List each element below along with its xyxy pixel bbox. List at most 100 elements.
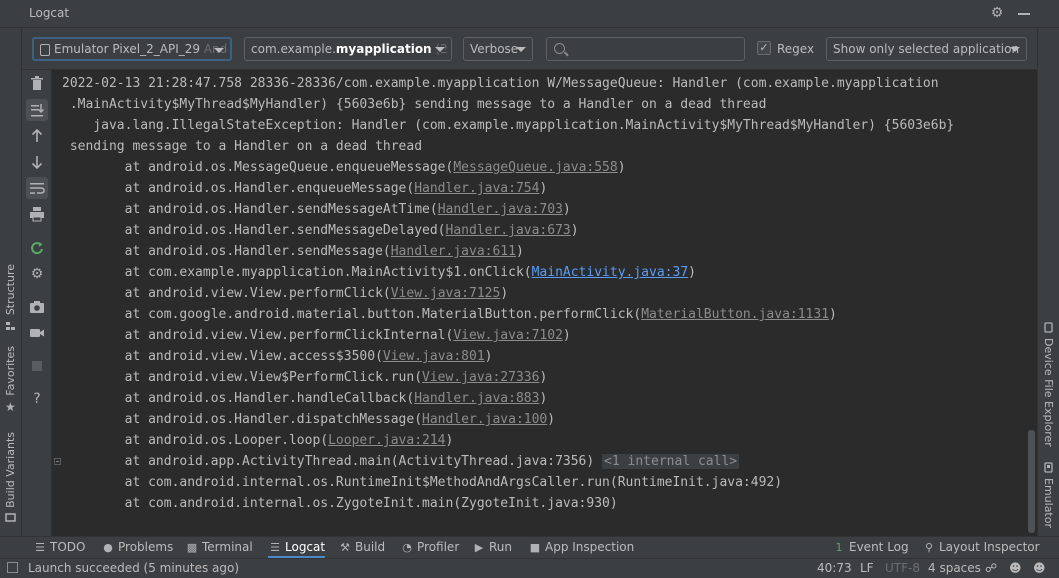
log-text: at android.view.View.performClick( — [62, 286, 391, 301]
chevron-down-icon — [435, 47, 445, 52]
source-link[interactable]: MaterialButton.java:1131 — [641, 307, 829, 322]
line-separator[interactable]: LF — [860, 561, 874, 575]
tab-layout-inspector[interactable]: ⚲ Layout Inspector — [922, 537, 1040, 558]
source-link[interactable]: Handler.java:883 — [414, 391, 539, 406]
event-log-icon: 1 — [835, 541, 843, 554]
play-icon: ▶ — [474, 541, 484, 554]
source-link[interactable]: View.java:801 — [383, 349, 485, 364]
log-text: ) — [500, 286, 509, 301]
layout-inspector-icon: ⚲ — [924, 541, 934, 554]
log-text: at com.android.internal.os.RuntimeInit$M… — [62, 475, 783, 490]
log-text: ) — [547, 412, 556, 427]
screenshot-icon[interactable] — [26, 296, 48, 318]
tab-terminal[interactable]: ▩ Terminal — [185, 537, 253, 558]
log-text: ) — [688, 265, 696, 280]
tab-run[interactable]: ▶ Run — [472, 537, 512, 558]
source-link[interactable]: View.java:7125 — [391, 286, 501, 301]
log-text: at com.google.android.material.button.Ma… — [62, 307, 642, 322]
log-text: ) — [539, 181, 548, 196]
source-link[interactable]: MainActivity.java:37 — [532, 265, 689, 280]
log-text: .MainActivity$MyThread$MyHandler) {5603e… — [62, 97, 767, 112]
tab-app-inspection[interactable]: ■ App Inspection — [528, 537, 634, 558]
tab-todo[interactable]: ☰ TODO — [33, 537, 85, 558]
tab-label: Layout Inspector — [939, 540, 1040, 554]
tool-window-build-variants[interactable]: Build Variants — [0, 432, 22, 524]
source-link[interactable]: MessageQueue.java:558 — [453, 160, 617, 175]
tool-window-emulator[interactable]: Emulator — [1038, 458, 1059, 528]
favorites-label: Favorites — [4, 346, 17, 396]
tool-window-device-file-explorer[interactable]: Device File Explorer — [1038, 318, 1059, 447]
log-line: at android.os.Handler.sendMessage(Handle… — [62, 241, 524, 262]
log-text: at android.os.Handler.sendMessageDelayed… — [62, 223, 446, 238]
tab-event-log[interactable]: 1 Event Log — [832, 537, 909, 558]
log-text: ) — [562, 202, 571, 217]
tab-label: App Inspection — [545, 540, 635, 554]
expand-icon[interactable] — [54, 458, 61, 465]
gear-icon[interactable]: ⚙ — [989, 5, 1005, 21]
process-selector[interactable]: com.example.myapplication (2 — [244, 37, 452, 61]
caret-position[interactable]: 40:73 — [817, 561, 852, 575]
source-link[interactable]: Handler.java:754 — [414, 181, 539, 196]
arrow-up-icon[interactable] — [26, 125, 48, 147]
tool-window-favorites[interactable]: Favorites ★ — [0, 346, 22, 416]
source-link[interactable]: View.java:7102 — [453, 328, 563, 343]
tool-windows-icon[interactable] — [7, 562, 18, 573]
log-line: sending message to a Handler on a dead t… — [62, 136, 422, 157]
regex-label[interactable]: Regex — [777, 42, 814, 56]
help-icon[interactable]: ? — [26, 388, 48, 410]
device-file-icon — [1044, 322, 1053, 333]
log-text: at android.os.Looper.loop( — [62, 433, 329, 448]
tab-profiler[interactable]: ◔ Profiler — [400, 537, 459, 558]
internal-calls-badge[interactable]: <1 internal call> — [602, 454, 740, 469]
log-line: at android.os.Handler.enqueueMessage(Han… — [62, 178, 548, 199]
log-line: at com.example.myapplication.MainActivit… — [62, 262, 696, 283]
restart-icon[interactable] — [26, 237, 48, 259]
filter-selector[interactable]: Show only selected application — [826, 37, 1027, 61]
profiler-icon: ◔ — [402, 541, 412, 554]
logcat-icon: ☰ — [270, 541, 280, 554]
log-line: at android.view.View.access$3500(View.ja… — [62, 346, 493, 367]
source-link[interactable]: Looper.java:214 — [328, 433, 445, 448]
soft-wrap-icon[interactable] — [26, 177, 48, 199]
tool-window-title: Logcat — [29, 6, 70, 20]
log-level-selector[interactable]: Verbose — [463, 37, 533, 61]
file-encoding[interactable]: UTF-8 — [885, 561, 920, 575]
tab-logcat[interactable]: ☰ Logcat — [268, 537, 326, 558]
minimize-icon[interactable] — [1016, 5, 1032, 21]
settings-icon[interactable]: ⚙ — [26, 263, 48, 285]
log-text: at android.view.View.access$3500( — [62, 349, 383, 364]
process-prefix: com.example. — [251, 42, 336, 56]
tab-label: Problems — [118, 540, 174, 554]
source-link[interactable]: Handler.java:100 — [422, 412, 547, 427]
indent-setting[interactable]: 4 spaces — [928, 561, 981, 575]
log-text: ) — [445, 433, 454, 448]
bottom-tool-tabs: ☰ TODO ● Problems ▩ Terminal ☰ Logcat ⚒ Build… — [0, 536, 1059, 558]
scroll-to-end-icon[interactable] — [26, 99, 48, 121]
log-text: ) — [539, 370, 548, 385]
print-icon[interactable] — [26, 203, 48, 225]
source-link[interactable]: Handler.java:703 — [438, 202, 563, 217]
scrollbar-thumb[interactable] — [1028, 430, 1035, 533]
tool-window-structure[interactable]: Structure — [0, 264, 22, 334]
regex-checkbox[interactable]: ✓ — [757, 41, 771, 55]
arrow-down-icon[interactable] — [26, 151, 48, 173]
source-link[interactable]: Handler.java:611 — [391, 244, 516, 259]
tab-build[interactable]: ⚒ Build — [338, 537, 385, 558]
log-line: java.lang.IllegalStateException: Handler… — [62, 115, 954, 136]
status-message[interactable]: Launch succeeded (5 minutes ago) — [28, 561, 239, 575]
emulator-icon — [1044, 462, 1053, 473]
trash-icon[interactable] — [26, 73, 48, 95]
logcat-output[interactable]: 2022-02-13 21:28:47.758 28336-28336/com.… — [52, 70, 1027, 536]
memory-indicator-icon[interactable]: ☻ — [1033, 561, 1046, 575]
log-text: at com.android.internal.os.ZygoteInit.ma… — [62, 496, 618, 511]
search-input[interactable] — [546, 37, 745, 61]
tab-problems[interactable]: ● Problems — [101, 537, 173, 558]
stop-icon[interactable] — [26, 355, 48, 377]
inspector-face-icon[interactable]: ☻ — [1009, 561, 1022, 575]
source-link[interactable]: View.java:27336 — [422, 370, 539, 385]
screen-record-icon[interactable] — [26, 322, 48, 344]
log-text: 2022-02-13 21:28:47.758 28336-28336/com.… — [62, 76, 939, 91]
lock-icon[interactable]: ☍ — [985, 561, 997, 575]
device-selector[interactable]: Emulator Pixel_2_API_29 And — [32, 37, 232, 61]
source-link[interactable]: Handler.java:673 — [446, 223, 571, 238]
